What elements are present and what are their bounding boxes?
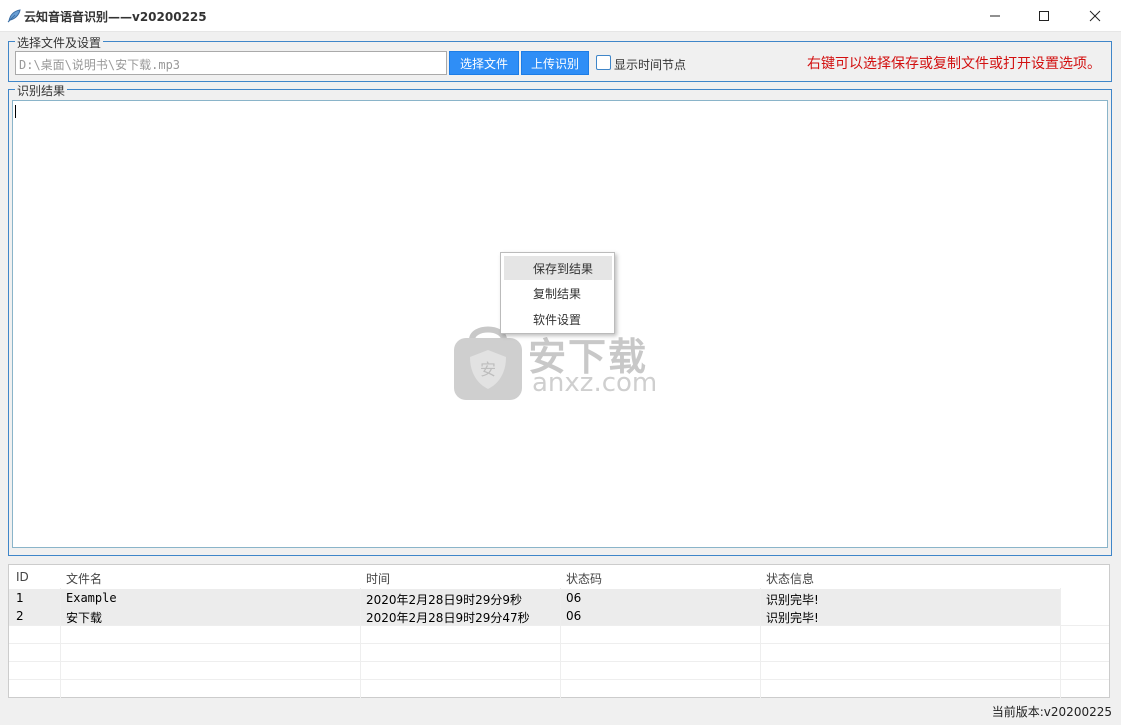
cell-id: 2	[16, 609, 24, 623]
show-timestamps-checkbox[interactable]	[596, 55, 611, 70]
minimize-icon	[990, 15, 1000, 17]
menu-item-software-settings[interactable]: 软件设置	[504, 307, 612, 331]
menu-item-save-result[interactable]: 保存到结果	[504, 256, 612, 280]
close-icon	[1089, 10, 1101, 22]
grid-line	[9, 679, 1109, 680]
version-status: 当前版本:v20200225	[991, 705, 1112, 719]
shield-icon: 安	[454, 326, 522, 400]
column-header-status-code[interactable]: 状态码	[566, 570, 602, 587]
grid-line	[9, 643, 1109, 644]
cell-filename: Example	[66, 591, 117, 605]
cell-time: 2020年2月28日9时29分9秒	[366, 593, 522, 607]
cell-status-code: 06	[566, 609, 582, 623]
cell-status-code: 06	[566, 591, 582, 605]
settings-group: 选择文件及设置 D:\桌面\说明书\安下载.mp3 选择文件 上传识别 显示时间…	[8, 34, 1112, 82]
grid-line	[9, 625, 1109, 626]
column-header-id[interactable]: ID	[16, 570, 29, 584]
cell-filename: 安下载	[66, 611, 103, 625]
settings-legend: 选择文件及设置	[15, 34, 104, 51]
window-title: 云知音语音识别——v20200225	[24, 10, 207, 24]
table-row[interactable]: 1 Example 2020年2月28日9时29分9秒 06 识别完毕!	[9, 589, 1061, 607]
context-menu: 保存到结果 复制结果 软件设置	[500, 252, 615, 334]
watermark-en-text: anxz.com	[532, 368, 658, 398]
results-table: ID 文件名 时间 状态码 状态信息 1 Example 2020年2月28日9…	[8, 564, 1110, 698]
column-header-status-info[interactable]: 状态信息	[766, 570, 814, 587]
select-file-button[interactable]: 选择文件	[449, 51, 519, 75]
table-row[interactable]: 2 安下载 2020年2月28日9时29分47秒 06 识别完毕!	[9, 607, 1061, 625]
upload-recognize-button[interactable]: 上传识别	[521, 51, 589, 75]
cell-status-info: 识别完毕!	[766, 611, 819, 625]
svg-text:安: 安	[480, 360, 496, 379]
grid-line	[9, 661, 1109, 662]
results-legend: 识别结果	[15, 82, 68, 99]
close-button[interactable]	[1072, 0, 1118, 32]
text-caret	[15, 105, 16, 118]
column-header-filename[interactable]: 文件名	[66, 570, 102, 587]
cell-status-info: 识别完毕!	[766, 593, 819, 607]
cell-time: 2020年2月28日9时29分47秒	[366, 611, 530, 625]
maximize-icon	[1039, 11, 1049, 21]
title-bar: 云知音语音识别——v20200225	[0, 0, 1121, 32]
table-header: ID 文件名 时间 状态码 状态信息	[9, 565, 1109, 588]
column-header-time[interactable]: 时间	[366, 570, 390, 587]
cell-id: 1	[16, 591, 24, 605]
watermark-logo: 安 安下载 anxz.com	[452, 322, 672, 402]
menu-item-copy-result[interactable]: 复制结果	[504, 281, 612, 305]
maximize-button[interactable]	[1021, 0, 1067, 32]
file-path-input[interactable]: D:\桌面\说明书\安下载.mp3	[15, 51, 447, 75]
minimize-button[interactable]	[972, 0, 1018, 32]
hint-text: 右键可以选择保存或复制文件或打开设置选项。	[807, 56, 1101, 72]
show-timestamps-label[interactable]: 显示时间节点	[614, 56, 686, 73]
feather-icon	[7, 9, 21, 23]
